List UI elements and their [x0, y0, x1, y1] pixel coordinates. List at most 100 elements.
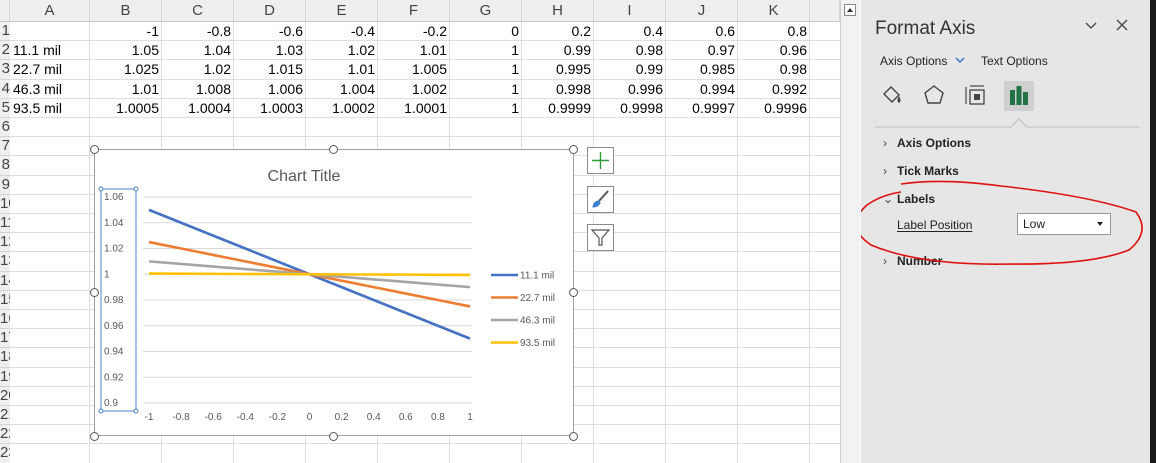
cell-c2[interactable]: 1.04	[162, 41, 234, 60]
section-tick-marks[interactable]: › Tick Marks	[883, 164, 959, 178]
cell-i4[interactable]: 0.996	[594, 80, 666, 99]
resize-handle-top-left[interactable]	[90, 145, 99, 154]
select-all-corner[interactable]	[0, 0, 10, 22]
chart-plot[interactable]: Chart Title 1.06 1.04 1.02 1 0.98 0.96 0.94 0.9…	[95, 150, 573, 435]
row-header-11[interactable]: 11	[0, 214, 10, 234]
cell-f4[interactable]: 1.002	[378, 80, 450, 99]
effects-tab[interactable]	[921, 82, 947, 108]
legend-label[interactable]: 46.3 mil	[520, 316, 555, 327]
axis-selection-handle[interactable]	[98, 408, 104, 414]
cell-b4[interactable]: 1.01	[90, 80, 162, 99]
row-header-3[interactable]: 3	[0, 60, 10, 80]
cell-c4[interactable]: 1.008	[162, 80, 234, 99]
legend-label[interactable]: 11.1 mil	[520, 271, 554, 282]
legend-label[interactable]: 93.5 mil	[520, 338, 555, 349]
cell-a2[interactable]: 11.1 mil	[10, 41, 90, 60]
cell-k3[interactable]: 0.98	[738, 60, 810, 79]
resize-handle-bottom[interactable]	[329, 432, 338, 441]
y-tick-label[interactable]: 1.02	[104, 244, 124, 255]
horizontal-axis[interactable]: -1 -0.8 -0.6 -0.4 -0.2 0 0.2 0.4 0.6 0.8 1	[145, 412, 474, 423]
vertical-axis[interactable]: 1.06 1.04 1.02 1 0.98 0.96 0.94 0.92 0.9	[104, 192, 124, 409]
tab-axis-options[interactable]: Axis Options	[880, 54, 966, 68]
x-tick-label[interactable]: 0.2	[335, 412, 349, 423]
cell-d4[interactable]: 1.006	[234, 80, 306, 99]
row-header-17[interactable]: 17	[0, 329, 10, 349]
cell-b1[interactable]: -1	[90, 22, 162, 41]
cell-f5[interactable]: 1.0001	[378, 99, 450, 118]
row-header-21[interactable]: 21	[0, 406, 10, 426]
cell-h5[interactable]: 0.9999	[522, 99, 594, 118]
x-tick-label[interactable]: -0.4	[237, 412, 255, 423]
y-tick-label[interactable]: 1	[104, 269, 110, 280]
y-tick-label[interactable]: 0.98	[104, 295, 124, 306]
cell-g4[interactable]: 1	[450, 80, 522, 99]
row-header-7[interactable]: 7	[0, 137, 10, 157]
column-header-i[interactable]: I	[594, 0, 666, 22]
cell-k2[interactable]: 0.96	[738, 41, 810, 60]
axis-options-tab[interactable]	[1004, 81, 1034, 111]
legend-label[interactable]: 22.7 mil	[520, 293, 555, 304]
column-header-e[interactable]: E	[306, 0, 378, 22]
column-header-b[interactable]: B	[90, 0, 162, 22]
resize-handle-bottom-left[interactable]	[90, 432, 99, 441]
cell-c5[interactable]: 1.0004	[162, 99, 234, 118]
row-header-8[interactable]: 8	[0, 156, 10, 176]
cell-e4[interactable]: 1.004	[306, 80, 378, 99]
x-tick-label[interactable]: -1	[145, 412, 154, 423]
pane-close-button[interactable]	[1113, 16, 1131, 34]
cell-j1[interactable]: 0.6	[666, 22, 738, 41]
resize-handle-left[interactable]	[90, 288, 99, 297]
line-chart[interactable]: Chart Title 1.06 1.04 1.02 1 0.98 0.96 0.94 0.9…	[94, 149, 574, 436]
cell-k1[interactable]: 0.8	[738, 22, 810, 41]
axis-selection-handle[interactable]	[133, 408, 139, 414]
row-header-2[interactable]: 2	[0, 41, 10, 61]
tab-text-options[interactable]: Text Options	[981, 54, 1048, 68]
column-header-a[interactable]: A	[10, 0, 90, 22]
cell-f2[interactable]: 1.01	[378, 41, 450, 60]
y-tick-label[interactable]: 1.06	[104, 192, 124, 203]
y-tick-label[interactable]: 0.94	[104, 347, 124, 358]
row-header-16[interactable]: 16	[0, 310, 10, 330]
size-properties-tab[interactable]	[962, 82, 988, 108]
x-tick-label[interactable]: 0.6	[399, 412, 413, 423]
column-header-f[interactable]: F	[378, 0, 450, 22]
spreadsheet-grid[interactable]: ABCDEFGHIJK 1234567891011121314151617181…	[0, 0, 840, 463]
cell-j3[interactable]: 0.985	[666, 60, 738, 79]
x-tick-label[interactable]: -0.6	[205, 412, 223, 423]
axis-selection-handle[interactable]	[98, 186, 104, 192]
resize-handle-bottom-right[interactable]	[569, 432, 578, 441]
cell-i3[interactable]: 0.99	[594, 60, 666, 79]
resize-handle-right[interactable]	[569, 288, 578, 297]
chart-legend[interactable]: 11.1 mil 22.7 mil 46.3 mil 93.5 mil	[491, 271, 555, 350]
row-header-23[interactable]: 23	[0, 444, 10, 463]
axis-selection-handle[interactable]	[133, 186, 139, 192]
cell-e2[interactable]: 1.02	[306, 41, 378, 60]
cell-f3[interactable]: 1.005	[378, 60, 450, 79]
row-header-15[interactable]: 15	[0, 290, 10, 310]
cell-d3[interactable]: 1.015	[234, 60, 306, 79]
x-tick-label[interactable]: -0.2	[269, 412, 287, 423]
row-header-10[interactable]: 10	[0, 194, 10, 214]
cell-d1[interactable]: -0.6	[234, 22, 306, 41]
x-tick-label[interactable]: 1	[467, 412, 473, 423]
cell-a3[interactable]: 22.7 mil	[10, 60, 90, 79]
row-header-22[interactable]: 22	[0, 425, 10, 445]
y-tick-label[interactable]: 0.96	[104, 321, 124, 332]
cell-k5[interactable]: 0.9996	[738, 99, 810, 118]
row-header-1[interactable]: 1	[0, 22, 10, 42]
fill-line-tab[interactable]	[879, 82, 905, 108]
cell-a4[interactable]: 46.3 mil	[10, 80, 90, 99]
cell-e5[interactable]: 1.0002	[306, 99, 378, 118]
cell-b2[interactable]: 1.05	[90, 41, 162, 60]
cell-e1[interactable]: -0.4	[306, 22, 378, 41]
cell-b5[interactable]: 1.0005	[90, 99, 162, 118]
cell-j2[interactable]: 0.97	[666, 41, 738, 60]
section-axis-options[interactable]: › Axis Options	[883, 136, 971, 150]
resize-handle-top-right[interactable]	[569, 145, 578, 154]
cell-d2[interactable]: 1.03	[234, 41, 306, 60]
cell-g2[interactable]: 1	[450, 41, 522, 60]
cell-g1[interactable]: 0	[450, 22, 522, 41]
y-tick-label[interactable]: 1.04	[104, 218, 124, 229]
y-tick-label[interactable]: 0.9	[104, 398, 118, 409]
row-header-19[interactable]: 19	[0, 367, 10, 387]
